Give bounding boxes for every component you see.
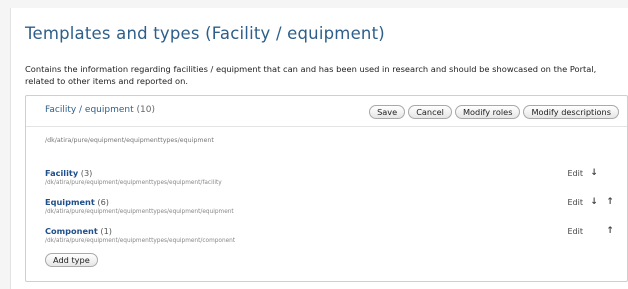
move-down-icon[interactable]: ↓ <box>589 197 599 207</box>
type-row-component: Component (1) /dk/atira/pure/equipment/e… <box>45 226 627 250</box>
modify-roles-button[interactable]: Modify roles <box>454 105 521 119</box>
row-actions: Edit ↓ <box>568 168 616 178</box>
row-actions: Edit ↓ ↑ <box>568 197 616 207</box>
type-path: /dk/atira/pure/equipment/equipmenttypes/… <box>45 238 236 244</box>
type-name-link[interactable]: Component <box>45 226 98 236</box>
type-row-facility: Facility (3) /dk/atira/pure/equipment/eq… <box>45 168 627 192</box>
card-title: Facility / equipment (10) <box>45 105 155 115</box>
type-count: (1) <box>100 226 112 236</box>
edit-link[interactable]: Edit <box>568 198 584 207</box>
move-up-icon[interactable]: ↑ <box>605 197 615 207</box>
card-title-name: Facility / equipment <box>45 105 134 115</box>
type-count: (3) <box>80 168 93 178</box>
save-button[interactable]: Save <box>369 105 406 119</box>
type-path: /dk/atira/pure/equipment/equipmenttypes/… <box>45 209 234 215</box>
type-path: /dk/atira/pure/equipment/equipmenttypes/… <box>45 180 222 186</box>
type-count: (6) <box>97 197 109 207</box>
page-description: Contains the information regarding facil… <box>25 64 597 86</box>
type-title: Facility (3) <box>45 168 92 178</box>
edit-link[interactable]: Edit <box>568 169 584 178</box>
modify-descriptions-button[interactable]: Modify descriptions <box>523 105 619 119</box>
move-down-icon[interactable]: ↓ <box>589 168 599 178</box>
types-card: Facility / equipment (10) Save Cancel Mo… <box>25 95 628 282</box>
move-up-icon[interactable]: ↑ <box>605 226 615 236</box>
header-actions: Save Cancel Modify roles Modify descript… <box>369 105 619 119</box>
card-title-count: (10) <box>136 105 155 115</box>
row-actions: Edit ↑ <box>568 226 616 236</box>
page-content: Templates and types (Facility / equipmen… <box>10 8 628 289</box>
add-type-button[interactable]: Add type <box>45 253 98 267</box>
type-title: Component (1) <box>45 226 112 236</box>
type-title: Equipment (6) <box>45 197 109 207</box>
page-title: Templates and types (Facility / equipmen… <box>25 24 385 43</box>
type-row-equipment: Equipment (6) /dk/atira/pure/equipment/e… <box>45 197 627 221</box>
edit-link[interactable]: Edit <box>568 227 584 236</box>
type-name-link[interactable]: Equipment <box>45 197 95 207</box>
type-name-link[interactable]: Facility <box>45 168 78 178</box>
card-path: /dk/atira/pure/equipment/equipmenttypes/… <box>45 137 214 144</box>
card-header: Facility / equipment (10) Save Cancel Mo… <box>26 96 627 127</box>
cancel-button[interactable]: Cancel <box>408 105 452 119</box>
